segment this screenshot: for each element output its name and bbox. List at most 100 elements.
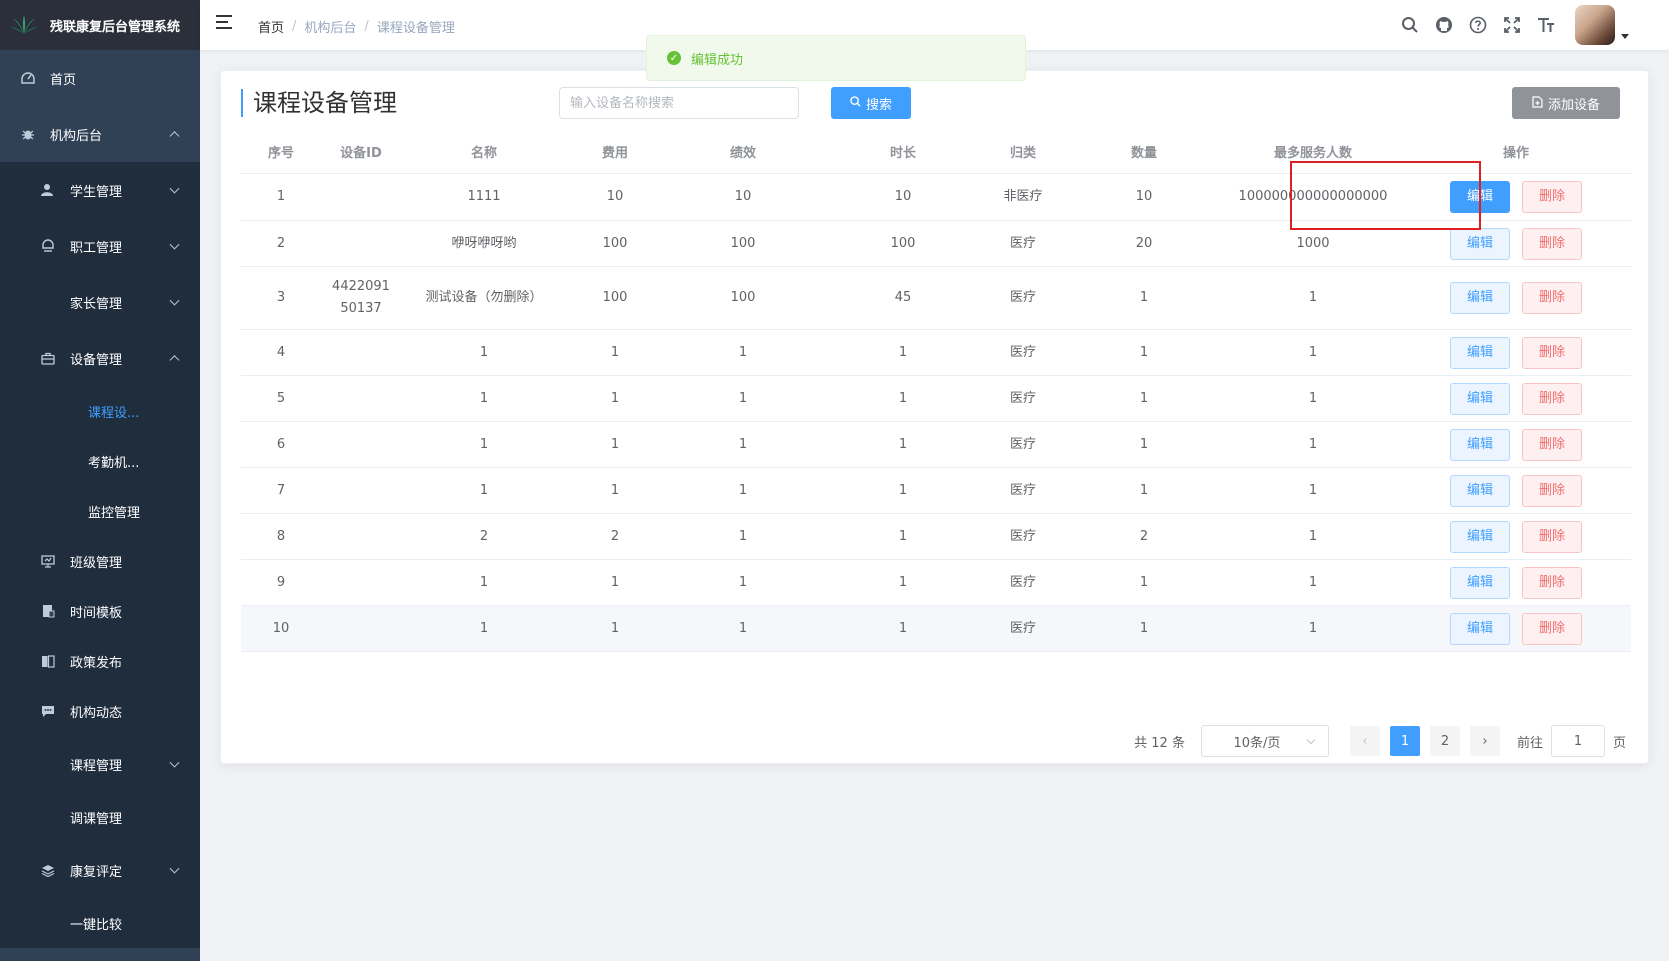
avatar[interactable] — [1575, 5, 1615, 45]
cell-duration: 1 — [898, 574, 908, 590]
edit-button[interactable]: 编辑 — [1450, 227, 1510, 260]
edit-button[interactable]: 编辑 — [1450, 566, 1510, 599]
page-size-select[interactable]: 10条/页 — [1200, 725, 1329, 757]
edit-button[interactable]: 编辑 — [1450, 428, 1510, 461]
delete-button[interactable]: 删除 — [1522, 282, 1582, 314]
delete-button[interactable]: 删除 — [1522, 428, 1582, 461]
sidebar-item-staff[interactable]: 职工管理 — [0, 218, 200, 274]
delete-button[interactable]: 删除 — [1522, 474, 1582, 507]
sidebar-item-students[interactable]: 学生管理 — [0, 162, 200, 218]
sidebar-item-compare[interactable]: 一键比较 — [0, 898, 200, 948]
cell-quantity: 1 — [1139, 482, 1149, 498]
sidebar-item-course-devices[interactable]: 课程设... — [0, 386, 200, 436]
cell-performance: 1 — [738, 528, 748, 544]
cell-actions: 编辑 删除 — [1401, 612, 1631, 645]
sidebar-item-label: 课程设... — [88, 405, 140, 421]
cell-name: 1 — [479, 482, 489, 498]
fullscreen-icon[interactable] — [1501, 14, 1523, 36]
delete-button[interactable]: 删除 — [1522, 336, 1582, 369]
cell-quantity: 10 — [1135, 189, 1153, 204]
cell-category: 医疗 — [1009, 290, 1036, 305]
sidebar-item-label: 学生管理 — [70, 184, 123, 200]
edit-button[interactable]: 编辑 — [1450, 181, 1510, 213]
font-size-icon[interactable] — [1535, 14, 1557, 36]
cell-duration: 1 — [898, 482, 908, 498]
page-button-2[interactable]: 2 — [1429, 726, 1460, 756]
cell-quantity: 1 — [1139, 620, 1149, 636]
sidebar-item-devices[interactable]: 设备管理 — [0, 330, 200, 386]
caret-down-icon[interactable] — [1621, 33, 1629, 39]
breadcrumb-home[interactable]: 首页 — [258, 17, 284, 36]
search-button-label: 搜索 — [865, 97, 892, 113]
sidebar-item-attendance-machines[interactable]: 考勤机... — [0, 436, 200, 486]
search-input[interactable] — [559, 87, 799, 119]
sidebar-item-courses[interactable]: 课程管理 — [0, 736, 200, 792]
breadcrumb: 首页 / 机构后台 / 课程设备管理 — [258, 17, 455, 36]
delete-button[interactable]: 删除 — [1522, 227, 1582, 260]
breadcrumb-org-backend: 机构后台 — [304, 21, 357, 36]
sidebar-item-monitoring[interactable]: 监控管理 — [0, 486, 200, 536]
github-icon[interactable] — [1433, 14, 1455, 36]
cell-index: 3 — [276, 290, 286, 305]
breadcrumb-separator: / — [292, 19, 297, 34]
cell-performance: 1 — [738, 344, 748, 360]
table-row: 6 1 1 1 1 医疗 1 1 编辑 删除 — [241, 422, 1631, 468]
search-button[interactable]: 搜索 — [831, 87, 911, 119]
device-table: 序号 设备ID 名称 费用 绩效 时长 归类 数量 最多服务人数 操作 1 111… — [241, 135, 1631, 652]
sidebar-item-parents[interactable]: 家长管理 — [0, 274, 200, 330]
prev-page-button[interactable]: ‹ — [1349, 726, 1380, 756]
column-header: 费用 — [601, 146, 628, 161]
cell-category: 医疗 — [1009, 235, 1036, 251]
edit-button[interactable]: 编辑 — [1450, 474, 1510, 507]
cell-actions: 编辑 删除 — [1401, 181, 1631, 213]
edit-button[interactable]: 编辑 — [1450, 282, 1510, 314]
sidebar-item-course-adjust[interactable]: 调课管理 — [0, 792, 200, 842]
goto-page-input[interactable] — [1550, 725, 1605, 757]
cell-name: 1111 — [467, 189, 501, 204]
check-circle-icon: ✓ — [667, 51, 681, 65]
edit-button[interactable]: 编辑 — [1450, 612, 1510, 645]
delete-button[interactable]: 删除 — [1522, 181, 1582, 213]
column-header: 操作 — [1502, 146, 1529, 161]
table-row: 7 1 1 1 1 医疗 1 1 编辑 删除 — [241, 468, 1631, 514]
sidebar-item-label: 职工管理 — [70, 240, 123, 256]
cell-category: 医疗 — [1009, 620, 1036, 636]
sidebar-item-time-templates[interactable]: 时间模板 — [0, 586, 200, 636]
chevron-down-icon — [169, 863, 180, 874]
sidebar-item-policy[interactable]: 政策发布 — [0, 636, 200, 686]
sidebar-item-rehab-assessment[interactable]: 康复评定 — [0, 842, 200, 898]
add-device-button[interactable]: 添加设备 — [1512, 87, 1620, 119]
sidebar-item-org-news[interactable]: 机构动态 — [0, 686, 200, 736]
cell-category: 医疗 — [1009, 528, 1036, 544]
edit-button[interactable]: 编辑 — [1450, 336, 1510, 369]
cell-duration: 1 — [898, 390, 908, 406]
page-button-1[interactable]: 1 — [1389, 726, 1420, 756]
goto-suffix: 页 — [1612, 735, 1626, 751]
app-title: 残联康复后台管理系统 — [50, 19, 181, 35]
cell-category: 医疗 — [1009, 390, 1036, 406]
cell-performance: 1 — [738, 574, 748, 590]
bug-icon — [20, 126, 36, 142]
goto-page: 前往 页 — [1517, 725, 1626, 757]
search-icon[interactable] — [1399, 14, 1421, 36]
sidebar-item-classes[interactable]: 班级管理 — [0, 536, 200, 586]
next-page-button[interactable]: › — [1469, 726, 1500, 756]
sidebar-item-label: 首页 — [50, 72, 77, 88]
hamburger-icon[interactable] — [216, 15, 234, 33]
cell-max-serve: 1 — [1308, 344, 1318, 360]
cell-quantity: 2 — [1139, 528, 1149, 544]
sidebar-item-org-backend[interactable]: 机构后台 — [0, 106, 200, 162]
cell-performance: 10 — [734, 189, 752, 204]
delete-button[interactable]: 删除 — [1522, 566, 1582, 599]
delete-button[interactable]: 删除 — [1522, 382, 1582, 415]
sidebar-item-label: 时间模板 — [70, 605, 123, 621]
delete-button[interactable]: 删除 — [1522, 520, 1582, 553]
edit-button[interactable]: 编辑 — [1450, 520, 1510, 553]
delete-button[interactable]: 删除 — [1522, 612, 1582, 645]
edit-button[interactable]: 编辑 — [1450, 382, 1510, 415]
sidebar-item-home[interactable]: 首页 — [0, 50, 200, 106]
briefcase-icon — [40, 350, 56, 366]
help-icon[interactable] — [1467, 14, 1489, 36]
cell-device-id: 4422091 50137 — [332, 279, 390, 316]
chevron-down-icon — [169, 757, 180, 768]
